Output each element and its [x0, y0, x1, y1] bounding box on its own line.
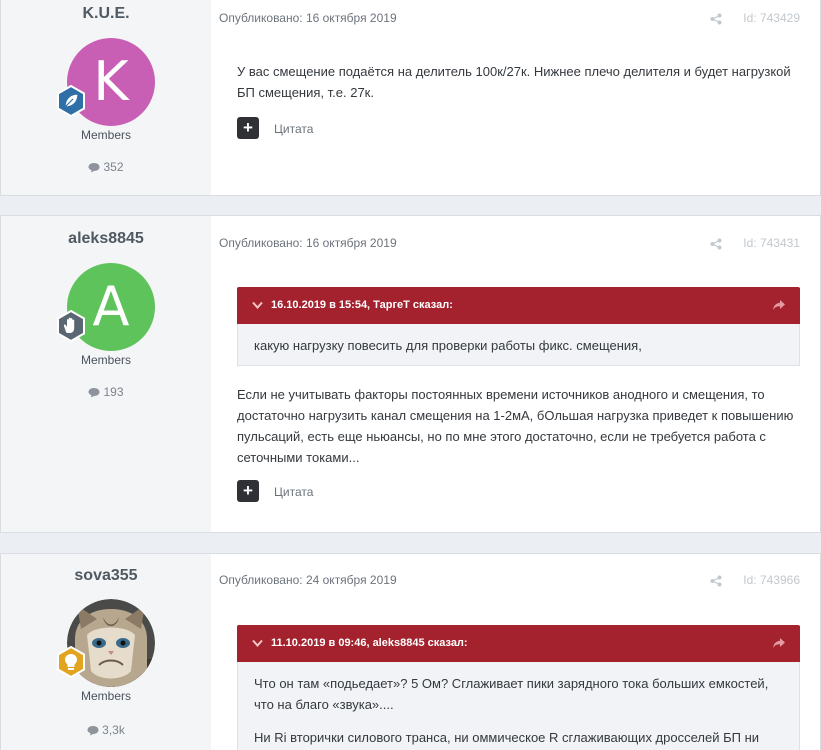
member-group: Members [80, 353, 131, 367]
comment-icon [88, 388, 100, 398]
multiquote-plus-button[interactable]: + [237, 117, 259, 139]
post-date[interactable]: Опубликовано: 16 октября 2019 [219, 236, 397, 250]
chevron-down-icon[interactable] [252, 639, 263, 647]
post-count: 193 [1, 385, 211, 399]
post: K.U.E. K Members 352 Опубликовано: 16 ок… [0, 0, 821, 196]
post-content: Опубликовано: 16 октября 2019 Id: 743429… [211, 0, 820, 195]
author-name-link[interactable]: K.U.E. [1, 5, 211, 23]
quote-button[interactable]: Цитата [274, 485, 313, 499]
post-body-line: пульсаций, есть еще ньюансы, но по мне э… [237, 429, 766, 444]
share-arrow-icon[interactable] [772, 637, 786, 649]
quote-text-line: какую нагрузку повесить для проверки раб… [254, 338, 642, 353]
post-count: 3,3k [1, 723, 211, 737]
post-body-line: сеточными токами... [237, 450, 360, 465]
post-date[interactable]: Опубликовано: 16 октября 2019 [219, 11, 397, 25]
quote-citation: 16.10.2019 в 15:54, ТаргеТ сказал: [271, 299, 453, 311]
comment-icon [88, 163, 100, 173]
post-content: Опубликовано: 16 октября 2019 Id: 743431… [211, 216, 820, 532]
post-count-value: 193 [103, 385, 124, 399]
author-panel: sova355 Members 3,3k [1, 554, 211, 750]
post-body-line: У вас смещение подаётся на делитель 100к… [237, 64, 791, 79]
quote-header[interactable]: 16.10.2019 в 15:54, ТаргеТ сказал: [237, 287, 800, 324]
post-body-line: БП смещения, т.е. 27к. [237, 85, 374, 100]
share-icon[interactable] [710, 575, 722, 587]
post: sova355 Members 3,3k Опубликовано: 24 ок… [0, 553, 821, 750]
quote-button[interactable]: Цитата [274, 122, 313, 136]
member-group: Members [80, 128, 131, 142]
quote-text-line: что на благо «звука».... [254, 697, 394, 712]
post: aleks8845 A Members 193 Опубликовано: 16… [0, 215, 821, 533]
share-icon[interactable] [710, 13, 722, 25]
quote-citation: 11.10.2019 в 09:46, aleks8845 сказал: [271, 637, 468, 649]
multiquote-plus-button[interactable]: + [237, 480, 259, 502]
post-body: Если не учитывать факторы постоянных вре… [237, 384, 802, 468]
share-arrow-icon[interactable] [772, 299, 786, 311]
author-name-link[interactable]: sova355 [1, 567, 211, 585]
post-body-line: Если не учитывать факторы постоянных вре… [237, 387, 765, 402]
lightbulb-icon [57, 646, 85, 678]
post-body: У вас смещение подаётся на делитель 100к… [237, 61, 802, 103]
share-icon[interactable] [710, 238, 722, 250]
quote-text-line: Что он там «подьедает»? 5 Ом? Сглаживает… [254, 676, 769, 691]
post-count-value: 3,3k [102, 723, 125, 737]
member-group: Members [80, 689, 131, 703]
quote-header[interactable]: 11.10.2019 в 09:46, aleks8845 сказал: [237, 625, 800, 662]
post-count: 352 [1, 160, 211, 174]
author-panel: K.U.E. K Members 352 [1, 0, 211, 195]
post-id[interactable]: Id: 743966 [743, 573, 800, 587]
post-date[interactable]: Опубликовано: 24 октября 2019 [219, 573, 397, 587]
post-count-value: 352 [103, 160, 124, 174]
chevron-down-icon[interactable] [252, 301, 263, 309]
hand-icon [57, 310, 85, 342]
post-id[interactable]: Id: 743429 [743, 11, 800, 25]
quote-text-line: Ни Ri вторички силового транса, ни оммич… [254, 730, 760, 745]
quote-body: Что он там «подьедает»? 5 Ом? Сглаживает… [237, 662, 800, 750]
post-body-line: достаточно нагрузить канал смещения на 1… [237, 408, 794, 423]
author-panel: aleks8845 A Members 193 [1, 216, 211, 532]
author-name-link[interactable]: aleks8845 [1, 230, 211, 248]
post-id[interactable]: Id: 743431 [743, 236, 800, 250]
post-content: Опубликовано: 24 октября 2019 Id: 743966… [211, 554, 820, 750]
comment-icon [87, 726, 99, 736]
quote-body: какую нагрузку повесить для проверки раб… [237, 324, 800, 366]
leaf-icon [57, 85, 85, 117]
